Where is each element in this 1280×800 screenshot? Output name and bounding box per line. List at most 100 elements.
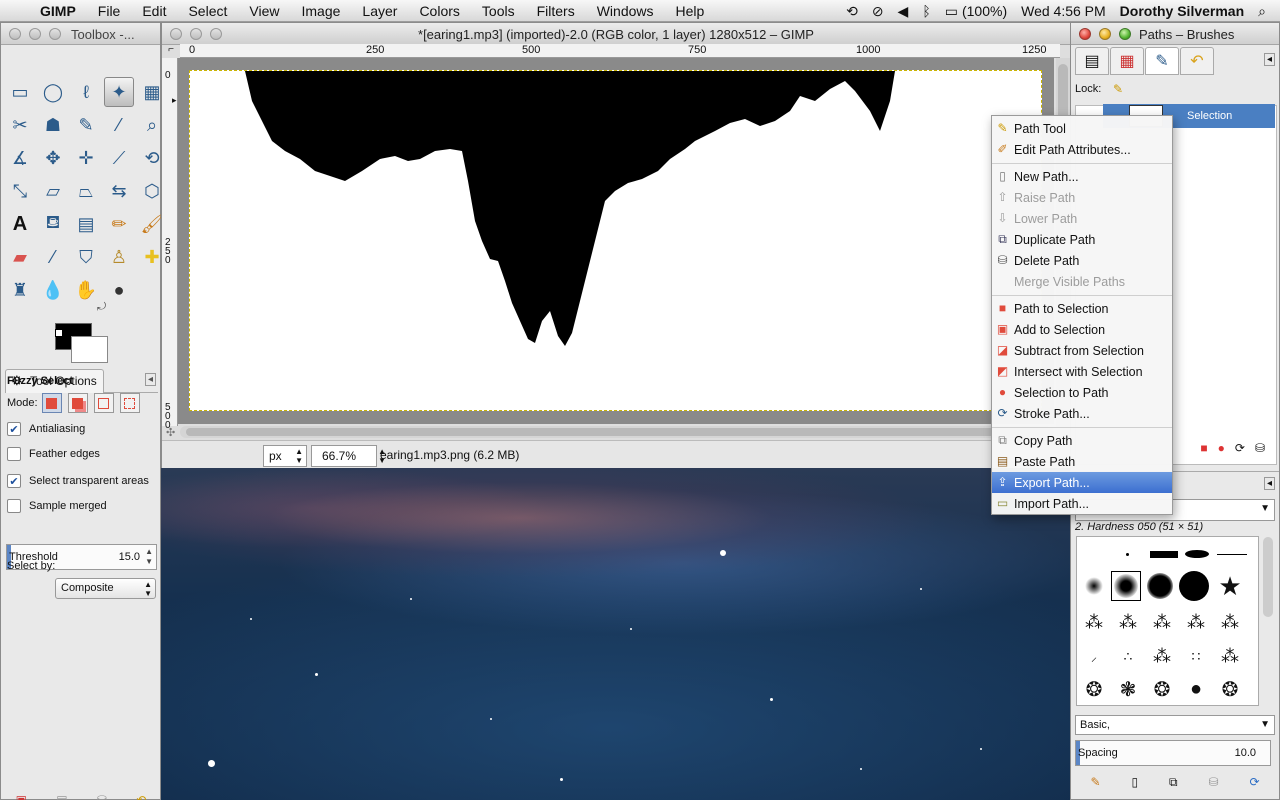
brush-item[interactable]	[1145, 571, 1175, 601]
minimize-button[interactable]	[29, 28, 41, 40]
brush-item[interactable]: ⁂	[1079, 607, 1109, 637]
brush-grid[interactable]: ★ ⁂ ⁂ ⁂ ⁂ ⁂ ⸝ ∴ ⁂ ∷ ⁂ ❂ ❃ ❂ ● ❂	[1076, 536, 1259, 706]
feather-checkbox[interactable]	[7, 447, 21, 461]
selection-to-path-icon[interactable]: ●	[1218, 441, 1225, 455]
lock-strokes-icon[interactable]: ✎	[1113, 82, 1123, 96]
brush-item[interactable]: ❂	[1215, 674, 1245, 704]
menu-filters[interactable]: Filters	[526, 0, 586, 22]
menu-item-copy-path[interactable]: ⧉ Copy Path	[992, 430, 1172, 451]
quick-mask-corner-icon[interactable]: ⌐	[164, 44, 178, 58]
menu-item-path-to-selection[interactable]: ■ Path to Selection	[992, 298, 1172, 319]
mode-intersect-button[interactable]	[119, 393, 140, 413]
menu-item-edit-path-attributes[interactable]: ✐ Edit Path Attributes...	[992, 139, 1172, 160]
time-machine-icon[interactable]: ⟲	[846, 3, 858, 20]
brush-item[interactable]	[1179, 571, 1209, 601]
color-picker-icon[interactable]: ⁄	[104, 110, 134, 140]
menu-item-stroke-path[interactable]: ⟳ Stroke Path...	[992, 403, 1172, 424]
image-titlebar[interactable]: *[earing1.mp3] (imported)-2.0 (RGB color…	[162, 23, 1070, 45]
brush-item-selected[interactable]	[1111, 571, 1141, 601]
menu-edit[interactable]: Edit	[131, 0, 177, 22]
close-button[interactable]	[9, 28, 21, 40]
brush-item[interactable]	[1182, 539, 1212, 569]
perspective-clone-icon[interactable]: ♜	[5, 275, 35, 305]
blur-icon[interactable]: 💧	[38, 275, 68, 305]
pencil-icon[interactable]: ✏	[104, 209, 134, 239]
brush-scroll[interactable]	[1263, 537, 1273, 617]
brush-item[interactable]: ⁂	[1147, 607, 1177, 637]
foreground-select-icon[interactable]: ☗	[38, 110, 68, 140]
brush-item[interactable]: ●	[1181, 674, 1211, 704]
mode-add-button[interactable]	[67, 393, 88, 413]
dock-menu-icon[interactable]: ◂	[1263, 53, 1275, 66]
paths-tab-icon[interactable]: ✎	[1145, 47, 1179, 75]
menu-item-path-tool[interactable]: ✎ Path Tool	[992, 118, 1172, 139]
alert-icon[interactable]: ⊘	[872, 3, 884, 20]
menu-colors[interactable]: Colors	[408, 0, 470, 22]
brush-item[interactable]: ⁂	[1113, 607, 1143, 637]
zoom-button[interactable]	[49, 28, 61, 40]
undo-tab-icon[interactable]: ↶	[1180, 47, 1214, 75]
align-icon[interactable]: ✛	[71, 143, 101, 173]
bucket-fill-icon[interactable]: ⛾	[38, 209, 68, 239]
brush-item[interactable]	[1079, 571, 1109, 601]
brush-item[interactable]: ∷	[1181, 641, 1211, 671]
brush-item[interactable]	[1149, 539, 1179, 569]
clone-icon[interactable]: ♙	[104, 242, 134, 272]
mode-subtract-button[interactable]	[93, 393, 114, 413]
user-name[interactable]: Dorothy Silverman	[1120, 3, 1244, 19]
delete-path-icon[interactable]: ⛁	[1255, 441, 1265, 455]
unit-selector[interactable]: px ▲ ▼	[263, 445, 307, 467]
menu-windows[interactable]: Windows	[586, 0, 665, 22]
menu-item-new-path[interactable]: ▯ New Path...	[992, 166, 1172, 187]
channels-tab-icon[interactable]: ▦	[1110, 47, 1144, 75]
brush-preset-combo[interactable]: Basic, ▼	[1075, 715, 1275, 735]
swap-colors-icon[interactable]: ⤾	[97, 301, 106, 314]
menu-item-import-path[interactable]: ▭ Import Path...	[992, 493, 1172, 514]
brush-item[interactable]: ⁂	[1147, 641, 1177, 671]
menu-help[interactable]: Help	[665, 0, 716, 22]
menu-view[interactable]: View	[238, 0, 290, 22]
menu-item-duplicate-path[interactable]: ⧉ Duplicate Path	[992, 229, 1172, 250]
select-by-combo[interactable]: Composite ▲ ▼	[55, 578, 156, 599]
spacing-spinner[interactable]: Spacing 10.0	[1075, 740, 1271, 766]
menu-item-intersect-with-selection[interactable]: ◩ Intersect with Selection	[992, 361, 1172, 382]
brush-item[interactable]: ⁂	[1215, 641, 1245, 671]
edit-brush-icon[interactable]: ✎	[1090, 775, 1100, 789]
toolbox-titlebar[interactable]: Toolbox -...	[1, 23, 160, 45]
close-button[interactable]	[1079, 28, 1091, 40]
stepper-arrows-icon[interactable]: ▲ ▼	[145, 547, 153, 567]
menu-item-add-to-selection[interactable]: ▣ Add to Selection	[992, 319, 1172, 340]
background-color-swatch[interactable]	[71, 336, 108, 363]
menu-image[interactable]: Image	[290, 0, 351, 22]
menu-item-paste-path[interactable]: ▤ Paste Path	[992, 451, 1172, 472]
crop-icon[interactable]: ⟋	[104, 143, 134, 173]
image-canvas[interactable]	[189, 70, 1042, 411]
measure-icon[interactable]: ∡	[5, 143, 35, 173]
brush-item[interactable]	[1112, 539, 1142, 569]
paths-tool-icon[interactable]: ✎	[71, 110, 101, 140]
airbrush-icon[interactable]: ⁄	[38, 242, 68, 272]
menu-app[interactable]: GIMP	[34, 0, 87, 22]
refresh-brushes-icon[interactable]: ⟳	[1249, 775, 1259, 789]
horizontal-scrollbar[interactable]	[180, 426, 1054, 438]
menu-layer[interactable]: Layer	[351, 0, 408, 22]
new-brush-icon[interactable]: ▯	[1131, 775, 1138, 789]
zoom-button[interactable]	[1119, 28, 1131, 40]
menu-tools[interactable]: Tools	[471, 0, 526, 22]
default-colors-icon[interactable]	[55, 329, 63, 337]
antialiasing-checkbox[interactable]: ✔	[7, 422, 21, 436]
clock[interactable]: Wed 4:56 PM	[1021, 3, 1106, 19]
volume-icon[interactable]: ◀	[898, 3, 909, 20]
ink-icon[interactable]: ⛉	[71, 242, 101, 272]
fuzzy-select-icon[interactable]: ✦	[104, 77, 134, 107]
stroke-path-icon[interactable]: ⟳	[1235, 441, 1245, 455]
select-transparent-checkbox[interactable]: ✔	[7, 474, 21, 488]
menu-item-selection-to-path[interactable]: ● Selection to Path	[992, 382, 1172, 403]
move-icon[interactable]: ✥	[38, 143, 68, 173]
brush-item[interactable]: ∴	[1113, 641, 1143, 671]
star-brush-icon[interactable]: ★	[1215, 571, 1245, 601]
zoom-selector[interactable]: 66.7% ▲ ▼	[311, 445, 386, 467]
brush-item[interactable]: ❂	[1079, 674, 1109, 704]
menu-item-delete-path[interactable]: ⛁ Delete Path	[992, 250, 1172, 271]
brush-item[interactable]: ⸝	[1079, 641, 1109, 671]
